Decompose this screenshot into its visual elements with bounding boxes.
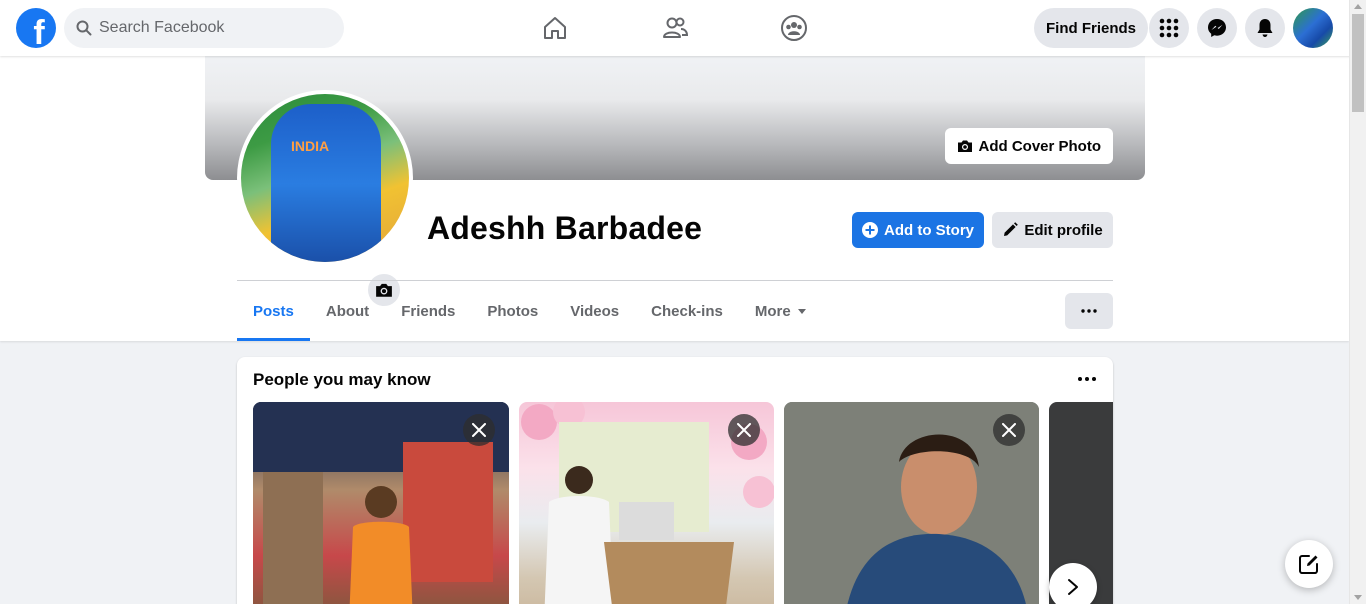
compose-icon	[1299, 555, 1318, 574]
home-icon	[544, 17, 566, 39]
tab-videos[interactable]: Videos	[554, 282, 635, 341]
add-to-story-button[interactable]: Add to Story	[852, 212, 984, 248]
tab-label: Photos	[487, 303, 539, 320]
tab-photos[interactable]: Photos	[471, 282, 554, 341]
next-suggestions-button[interactable]	[1049, 563, 1097, 604]
tab-label: Check-ins	[651, 303, 723, 320]
suggested-person-card[interactable]	[784, 402, 1039, 604]
tab-label: Posts	[253, 303, 294, 320]
photo-jersey-text: INDIA	[291, 138, 330, 154]
scroll-up-arrow-icon[interactable]	[1354, 4, 1362, 9]
nav-home[interactable]	[499, 0, 611, 56]
camera-icon	[957, 140, 972, 152]
suggested-person-card[interactable]	[253, 402, 509, 604]
search-icon	[76, 20, 92, 36]
notifications-bell-icon	[1257, 19, 1273, 37]
profile-picture[interactable]: INDIA	[237, 90, 413, 266]
tab-friends[interactable]: Friends	[385, 282, 471, 341]
profile-options-button[interactable]	[1065, 293, 1113, 329]
people-you-may-know-card: People you may know	[237, 357, 1113, 604]
scrollbar-thumb[interactable]	[1352, 14, 1364, 112]
tab-about[interactable]: About	[310, 282, 385, 341]
menu-button[interactable]	[1149, 8, 1189, 48]
nav-groups[interactable]	[738, 0, 850, 56]
pymk-options-button[interactable]	[1073, 367, 1101, 391]
messenger-icon	[1208, 19, 1226, 37]
header-divider	[237, 280, 1113, 281]
dismiss-suggestion-button[interactable]	[993, 414, 1025, 446]
more-dots-icon	[1081, 309, 1097, 313]
groups-icon	[781, 15, 807, 41]
close-icon	[472, 423, 486, 437]
tab-label: Videos	[570, 303, 620, 320]
scroll-down-arrow-icon[interactable]	[1354, 595, 1362, 600]
photo-jersey	[271, 104, 381, 262]
top-navigation-bar: f Find Friends	[0, 0, 1366, 56]
tab-label: About	[325, 303, 370, 320]
friends-icon	[663, 17, 689, 38]
search-input[interactable]	[99, 19, 319, 37]
more-dots-icon	[1078, 377, 1096, 381]
edit-profile-label: Edit profile	[1024, 221, 1103, 239]
dismiss-suggestion-button[interactable]	[728, 414, 760, 446]
facebook-logo-letter: f	[33, 14, 45, 48]
facebook-logo[interactable]: f	[16, 8, 56, 48]
find-friends-button[interactable]: Find Friends	[1034, 8, 1148, 48]
edit-profile-button[interactable]: Edit profile	[992, 212, 1113, 248]
tab-check-ins[interactable]: Check-ins	[635, 282, 739, 341]
profile-photo: INDIA	[241, 94, 409, 262]
caret-down-icon	[797, 309, 806, 314]
tab-label: Friends	[401, 303, 456, 320]
chevron-right-icon	[1068, 579, 1078, 595]
tab-posts[interactable]: Posts	[237, 282, 310, 341]
new-message-button[interactable]	[1285, 540, 1333, 588]
add-cover-photo-button[interactable]: Add Cover Photo	[944, 128, 1113, 164]
dismiss-suggestion-button[interactable]	[463, 414, 495, 446]
messenger-button[interactable]	[1197, 8, 1237, 48]
close-icon	[737, 423, 751, 437]
add-cover-photo-label: Add Cover Photo	[978, 137, 1102, 155]
notifications-button[interactable]	[1245, 8, 1285, 48]
suggested-person-card[interactable]	[519, 402, 774, 604]
nav-friends[interactable]	[619, 0, 731, 56]
profile-tabs: Posts About Friends Photos Videos Check-…	[237, 282, 822, 341]
search-box[interactable]	[64, 8, 344, 48]
menu-grid-icon	[1159, 18, 1179, 38]
close-icon	[1002, 423, 1016, 437]
find-friends-label: Find Friends	[1046, 19, 1136, 37]
pencil-icon	[1004, 222, 1019, 236]
account-avatar[interactable]	[1293, 8, 1333, 48]
people-you-may-know-title: People you may know	[253, 370, 431, 389]
tab-label: More	[754, 303, 791, 320]
profile-name: Adeshh Barbadee	[427, 210, 703, 246]
profile-header: Add Cover Photo INDIA Adeshh Barbadee Ad…	[0, 56, 1349, 341]
page-scrollbar[interactable]	[1349, 0, 1366, 604]
add-to-story-label: Add to Story	[884, 221, 974, 239]
plus-circle-icon	[862, 222, 878, 238]
tab-more[interactable]: More	[739, 282, 822, 341]
